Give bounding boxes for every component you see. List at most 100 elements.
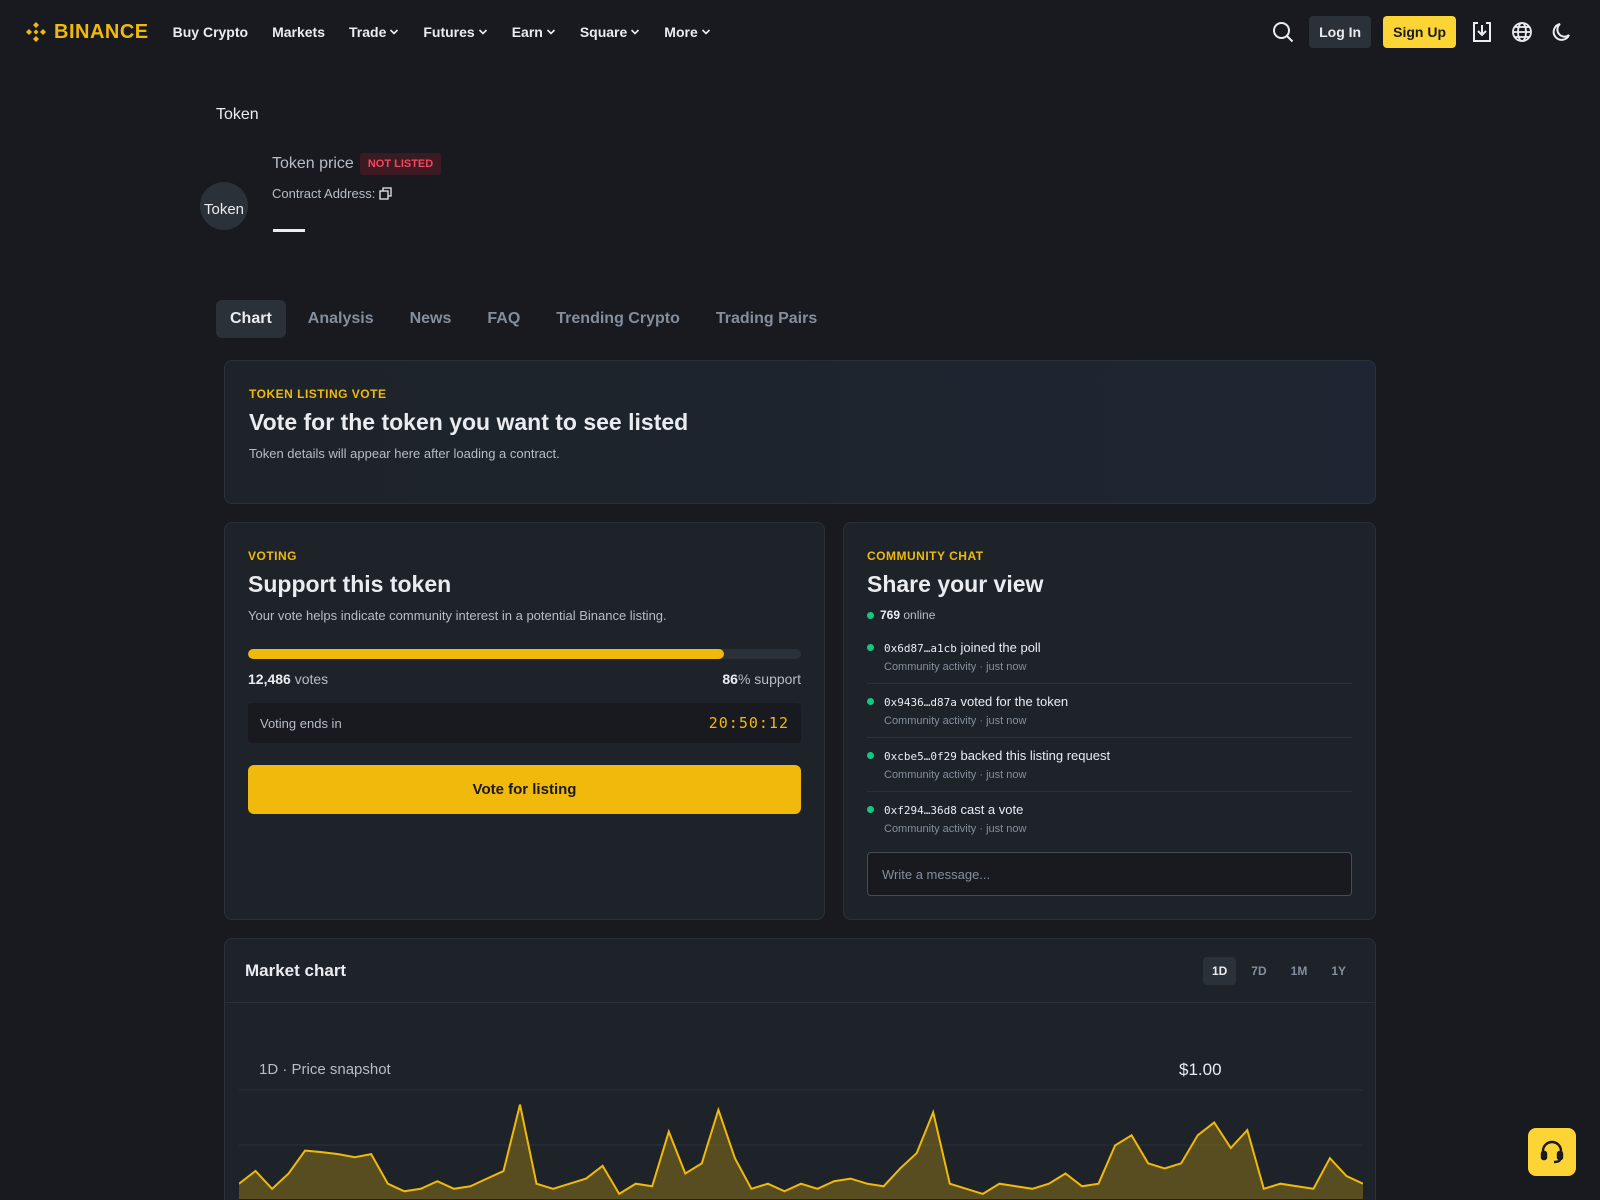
market-chart-header: Market chart 1D 7D 1M 1Y [225,939,1375,1003]
contract-address: Contract Address: [272,186,392,201]
wallet-address: 0x6d87…a1cb [884,642,957,655]
listing-vote-hero: TOKEN LISTING VOTE Vote for the token yo… [224,360,1376,504]
signup-button[interactable]: Sign Up [1383,16,1456,48]
nav-item-square[interactable]: Square [580,24,640,40]
globe-icon[interactable] [1508,18,1536,46]
binance-logo-icon [26,22,46,42]
top-navigation: BINANCE Buy Crypto Markets Trade Futures Ear… [0,0,1600,64]
voting-timer: Voting ends in 20:50:12 [248,703,801,743]
status-badge: NOT LISTED [359,153,442,175]
vote-button[interactable]: Vote for listing [248,765,801,814]
wallet-address: 0x9436…d87a [884,696,957,709]
nav-item-label: Futures [423,24,475,40]
hero-eyebrow: TOKEN LISTING VOTE [249,387,387,401]
status-dot-icon [867,806,874,813]
range-7d[interactable]: 7D [1242,957,1275,985]
support-label: % support [737,671,801,687]
votes-total: 12,486 votes [248,671,328,687]
voting-card: VOTING Support this token Your vote help… [224,522,825,920]
token-name-row: Token price NOT LISTED [272,153,442,175]
support-chat-button[interactable] [1528,1128,1576,1176]
chat-message-meta: Community activity · just now [884,769,1027,781]
chevron-down-icon [546,29,555,35]
chat-message-content: 0x6d87…a1cb joined the poll Community act… [884,640,1041,673]
range-1m[interactable]: 1M [1282,957,1317,985]
chat-message-list[interactable]: 0x6d87…a1cb joined the poll Community act… [867,630,1352,844]
chart-area-fill [239,1104,1363,1199]
vote-stats: 12,486 votes 86% support [248,671,801,687]
nav-item-label: Earn [511,24,543,40]
price-placeholder [273,229,305,232]
community-chat-card: COMMUNITY CHAT Share your view 769 onlin… [843,522,1376,920]
message-action: cast a vote [956,802,1024,817]
contract-label: Contract Address: [272,186,376,201]
votes-count: 12,486 [248,671,291,687]
tab-faq[interactable]: FAQ [473,300,534,338]
range-1d[interactable]: 1D [1202,956,1237,985]
timer-label: Voting ends in [260,715,342,731]
nav-item-label: Markets [272,24,325,40]
nav-item-futures[interactable]: Futures [423,24,487,40]
chat-message-text: 0x9436…d87a voted for the token [884,694,1068,709]
message-action: joined the poll [956,640,1041,655]
vote-progress-bar [248,649,801,659]
chat-message-meta: Community activity · just now [884,661,1027,673]
chat-message: 0xcbe5…0f29 backed this listing request C… [867,738,1352,792]
download-icon[interactable] [1468,18,1496,46]
nav-item-earn[interactable]: Earn [512,24,556,40]
status-dot-icon [867,752,874,759]
tab-trading-pairs[interactable]: Trading Pairs [702,300,831,338]
tab-news[interactable]: News [396,300,466,338]
price-area-chart[interactable] [239,1089,1363,1199]
copy-icon[interactable] [379,187,392,200]
nav-item-more[interactable]: More [664,24,710,40]
status-dot-icon [867,698,874,705]
search-icon[interactable] [1269,18,1297,46]
section-tabs: Chart Analysis News FAQ Trending Crypto Tradi… [216,300,831,338]
online-indicator: 769 online [867,608,1352,622]
chat-message-input[interactable] [867,852,1352,896]
status-dot-icon [867,644,874,651]
avatar-alt-text: Token [203,200,245,218]
nav-item-trade[interactable]: Trade [349,24,399,40]
chat-eyebrow: COMMUNITY CHAT [867,549,984,563]
moon-icon[interactable] [1548,18,1576,46]
chevron-down-icon [631,29,640,35]
chat-title: Share your view [867,571,1044,597]
support-percent: 86% support [722,671,801,687]
header-actions: Log In Sign Up [1269,0,1576,64]
online-count: 769 [880,608,901,622]
tab-analysis[interactable]: Analysis [294,300,388,338]
login-button[interactable]: Log In [1309,16,1372,48]
chat-message-text: 0x6d87…a1cb joined the poll [884,640,1041,655]
range-selector: 1D 7D 1M 1Y [1202,956,1355,985]
wallet-address: 0xf294…36d8 [884,804,957,817]
votes-label: votes [294,671,329,687]
chevron-down-icon [701,29,710,35]
nav-item-markets[interactable]: Markets [272,24,325,40]
chat-message-content: 0xf294…36d8 cast a vote Community activit… [884,802,1026,835]
brand-name: BINANCE [54,20,149,43]
timer-value: 20:50:12 [708,714,789,732]
online-dot-icon [867,611,874,619]
snapshot-price: $1.00 [1179,1060,1222,1079]
range-1y[interactable]: 1Y [1322,957,1355,985]
online-label: online [903,608,936,622]
chat-message: 0xf294…36d8 cast a vote Community activit… [867,792,1352,844]
chat-message-meta: Community activity · just now [884,715,1027,727]
token-avatar: Token [200,182,248,230]
binance-logo[interactable]: BINANCE [24,20,149,44]
chat-message-meta: Community activity · just now [884,823,1027,835]
nav-item-label: Square [579,24,628,40]
hero-subtitle: Token details will appear here after loa… [249,446,560,461]
tab-trending-crypto[interactable]: Trending Crypto [542,300,694,338]
tab-chart[interactable]: Chart [216,300,286,338]
message-action: voted for the token [956,694,1069,709]
chat-message: 0x9436…d87a voted for the token Community… [867,684,1352,738]
voting-title: Support this token [248,571,452,597]
nav-item-buy-crypto[interactable]: Buy Crypto [173,24,248,40]
breadcrumb[interactable]: Token [216,106,259,124]
voting-subtitle: Your vote helps indicate community inter… [248,608,667,623]
market-chart-title: Market chart [245,960,347,980]
chat-message-content: 0xcbe5…0f29 backed this listing request C… [884,748,1110,781]
